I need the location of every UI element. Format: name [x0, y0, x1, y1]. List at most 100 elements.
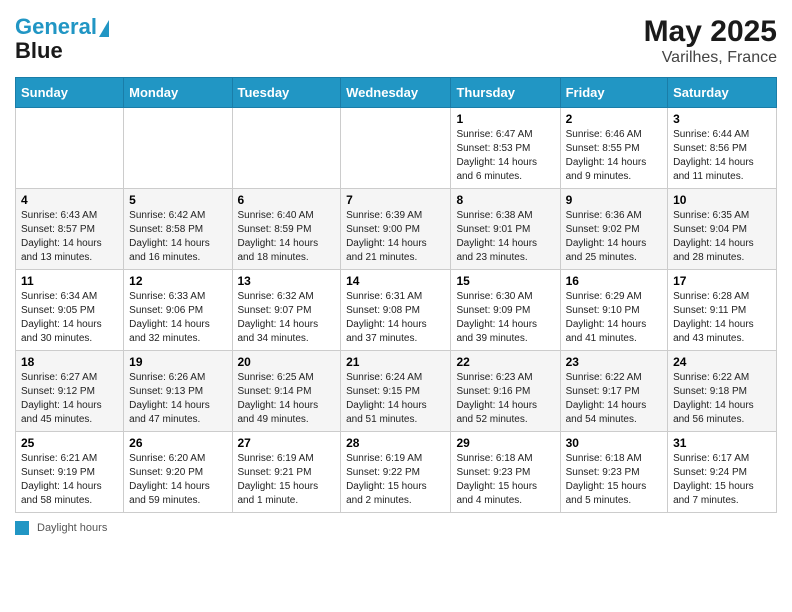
day-info: Sunrise: 6:31 AM Sunset: 9:08 PM Dayligh…	[346, 290, 445, 346]
calendar-cell: 30 Sunrise: 6:18 AM Sunset: 9:23 PM Dayli…	[560, 432, 667, 513]
day-number: 27	[238, 436, 336, 450]
day-number: 16	[566, 274, 662, 288]
day-number: 7	[346, 193, 445, 207]
day-info: Sunrise: 6:47 AM Sunset: 8:53 PM Dayligh…	[456, 128, 554, 184]
day-header-monday: Monday	[124, 78, 232, 108]
day-number: 11	[21, 274, 118, 288]
calendar-cell: 31Sunrise: 6:17 AM Sunset: 9:24 PM Dayli…	[668, 432, 777, 513]
day-info: Sunrise: 6:18 AM Sunset: 9:23 PM Dayligh…	[456, 452, 554, 508]
day-info: Sunrise: 6:43 AM Sunset: 8:57 PM Dayligh…	[21, 209, 118, 265]
calendar-cell: 21Sunrise: 6:24 AM Sunset: 9:15 PM Dayli…	[341, 351, 451, 432]
day-number: 9	[566, 193, 662, 207]
day-info: Sunrise: 6:44 AM Sunset: 8:56 PM Dayligh…	[673, 128, 771, 184]
calendar-cell	[124, 108, 232, 189]
day-number: 25	[21, 436, 118, 450]
day-info: Sunrise: 6:42 AM Sunset: 8:58 PM Dayligh…	[129, 209, 226, 265]
footer: Daylight hours	[15, 521, 777, 535]
day-info: Sunrise: 6:27 AM Sunset: 9:12 PM Dayligh…	[21, 371, 118, 427]
day-number: 17	[673, 274, 771, 288]
location: Varilhes, France	[644, 49, 777, 67]
calendar-cell: 17 Sunrise: 6:28 AM Sunset: 9:11 PM Dayli…	[668, 270, 777, 351]
day-info: Sunrise: 6:25 AM Sunset: 9:14 PM Dayligh…	[238, 371, 336, 427]
day-number: 19	[129, 355, 226, 369]
calendar-cell: 1 Sunrise: 6:47 AM Sunset: 8:53 PM Daylig…	[451, 108, 560, 189]
day-number: 26	[129, 436, 226, 450]
day-info: Sunrise: 6:19 AM Sunset: 9:21 PM Dayligh…	[238, 452, 336, 508]
title-block: May 2025 Varilhes, France	[644, 15, 777, 67]
calendar-cell: 10Sunrise: 6:35 AM Sunset: 9:04 PM Dayli…	[668, 189, 777, 270]
day-number: 3	[673, 112, 771, 126]
calendar-cell: 29 Sunrise: 6:18 AM Sunset: 9:23 PM Dayli…	[451, 432, 560, 513]
calendar-cell: 25 Sunrise: 6:21 AM Sunset: 9:19 PM Dayli…	[16, 432, 124, 513]
calendar-cell: 22Sunrise: 6:23 AM Sunset: 9:16 PM Dayli…	[451, 351, 560, 432]
day-info: Sunrise: 6:39 AM Sunset: 9:00 PM Dayligh…	[346, 209, 445, 265]
day-number: 5	[129, 193, 226, 207]
day-info: Sunrise: 6:19 AM Sunset: 9:22 PM Dayligh…	[346, 452, 445, 508]
day-info: Sunrise: 6:22 AM Sunset: 9:18 PM Dayligh…	[673, 371, 771, 427]
day-number: 15	[456, 274, 554, 288]
day-info: Sunrise: 6:35 AM Sunset: 9:04 PM Dayligh…	[673, 209, 771, 265]
day-info: Sunrise: 6:34 AM Sunset: 9:05 PM Dayligh…	[21, 290, 118, 346]
day-info: Sunrise: 6:36 AM Sunset: 9:02 PM Dayligh…	[566, 209, 662, 265]
day-info: Sunrise: 6:30 AM Sunset: 9:09 PM Dayligh…	[456, 290, 554, 346]
month-year: May 2025	[644, 15, 777, 49]
calendar-cell: 26 Sunrise: 6:20 AM Sunset: 9:20 PM Dayli…	[124, 432, 232, 513]
day-info: Sunrise: 6:23 AM Sunset: 9:16 PM Dayligh…	[456, 371, 554, 427]
day-info: Sunrise: 6:28 AM Sunset: 9:11 PM Dayligh…	[673, 290, 771, 346]
day-info: Sunrise: 6:18 AM Sunset: 9:23 PM Dayligh…	[566, 452, 662, 508]
calendar-cell	[232, 108, 341, 189]
day-info: Sunrise: 6:32 AM Sunset: 9:07 PM Dayligh…	[238, 290, 336, 346]
calendar-cell: 6 Sunrise: 6:40 AM Sunset: 8:59 PM Daylig…	[232, 189, 341, 270]
day-info: Sunrise: 6:40 AM Sunset: 8:59 PM Dayligh…	[238, 209, 336, 265]
calendar-cell: 13 Sunrise: 6:32 AM Sunset: 9:07 PM Dayli…	[232, 270, 341, 351]
day-info: Sunrise: 6:46 AM Sunset: 8:55 PM Dayligh…	[566, 128, 662, 184]
day-info: Sunrise: 6:24 AM Sunset: 9:15 PM Dayligh…	[346, 371, 445, 427]
day-info: Sunrise: 6:22 AM Sunset: 9:17 PM Dayligh…	[566, 371, 662, 427]
calendar-cell: 16 Sunrise: 6:29 AM Sunset: 9:10 PM Dayli…	[560, 270, 667, 351]
day-number: 29	[456, 436, 554, 450]
calendar-cell: 2 Sunrise: 6:46 AM Sunset: 8:55 PM Daylig…	[560, 108, 667, 189]
calendar-cell: 5 Sunrise: 6:42 AM Sunset: 8:58 PM Daylig…	[124, 189, 232, 270]
calendar-cell: 4 Sunrise: 6:43 AM Sunset: 8:57 PM Daylig…	[16, 189, 124, 270]
calendar-cell: 12Sunrise: 6:33 AM Sunset: 9:06 PM Dayli…	[124, 270, 232, 351]
day-number: 13	[238, 274, 336, 288]
day-info: Sunrise: 6:26 AM Sunset: 9:13 PM Dayligh…	[129, 371, 226, 427]
calendar-cell: 3 Sunrise: 6:44 AM Sunset: 8:56 PM Daylig…	[668, 108, 777, 189]
calendar-cell: 24 Sunrise: 6:22 AM Sunset: 9:18 PM Dayli…	[668, 351, 777, 432]
calendar-cell: 9 Sunrise: 6:36 AM Sunset: 9:02 PM Daylig…	[560, 189, 667, 270]
day-info: Sunrise: 6:17 AM Sunset: 9:24 PM Dayligh…	[673, 452, 771, 508]
daylight-icon	[15, 521, 29, 535]
day-number: 28	[346, 436, 445, 450]
logo: General Blue	[15, 15, 109, 63]
day-info: Sunrise: 6:20 AM Sunset: 9:20 PM Dayligh…	[129, 452, 226, 508]
day-number: 4	[21, 193, 118, 207]
calendar-cell	[16, 108, 124, 189]
day-number: 6	[238, 193, 336, 207]
calendar-cell: 23Sunrise: 6:22 AM Sunset: 9:17 PM Dayli…	[560, 351, 667, 432]
day-header-saturday: Saturday	[668, 78, 777, 108]
day-header-sunday: Sunday	[16, 78, 124, 108]
day-number: 8	[456, 193, 554, 207]
calendar-cell: 15 Sunrise: 6:30 AM Sunset: 9:09 PM Dayli…	[451, 270, 560, 351]
day-number: 14	[346, 274, 445, 288]
day-info: Sunrise: 6:29 AM Sunset: 9:10 PM Dayligh…	[566, 290, 662, 346]
day-number: 2	[566, 112, 662, 126]
calendar-cell	[341, 108, 451, 189]
day-number: 30	[566, 436, 662, 450]
calendar-cell: 7 Sunrise: 6:39 AM Sunset: 9:00 PM Daylig…	[341, 189, 451, 270]
daylight-label: Daylight hours	[37, 522, 107, 534]
day-info: Sunrise: 6:33 AM Sunset: 9:06 PM Dayligh…	[129, 290, 226, 346]
day-number: 24	[673, 355, 771, 369]
logo-text: General Blue	[15, 15, 109, 63]
page-header: General Blue May 2025 Varilhes, France	[15, 15, 777, 67]
calendar-cell: 18 Sunrise: 6:27 AM Sunset: 9:12 PM Dayli…	[16, 351, 124, 432]
day-number: 18	[21, 355, 118, 369]
day-info: Sunrise: 6:21 AM Sunset: 9:19 PM Dayligh…	[21, 452, 118, 508]
day-number: 1	[456, 112, 554, 126]
calendar-cell: 14 Sunrise: 6:31 AM Sunset: 9:08 PM Dayli…	[341, 270, 451, 351]
calendar-cell: 11 Sunrise: 6:34 AM Sunset: 9:05 PM Dayli…	[16, 270, 124, 351]
day-number: 20	[238, 355, 336, 369]
day-header-thursday: Thursday	[451, 78, 560, 108]
calendar-cell: 19 Sunrise: 6:26 AM Sunset: 9:13 PM Dayli…	[124, 351, 232, 432]
day-header-wednesday: Wednesday	[341, 78, 451, 108]
